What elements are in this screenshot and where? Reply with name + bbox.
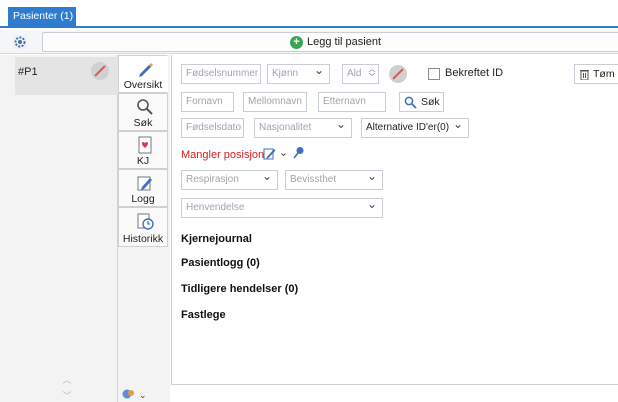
nasjonalitet-select[interactable]: Nasjonalitet (254, 118, 352, 138)
tab-kj[interactable]: KJ (118, 131, 168, 169)
alternative-ids-select[interactable]: Alternative ID'er(0) (361, 118, 469, 138)
pasientlogg-heading[interactable]: Pasientlogg (0) (181, 257, 260, 269)
more-options-icon[interactable]: ⌄ (122, 388, 152, 400)
alder-field[interactable]: Ald ︿ ﹀ (342, 64, 379, 84)
window-tab-strip: Pasienter (1) (0, 0, 618, 28)
map-pin-icon[interactable] (292, 146, 305, 159)
fodselsnummer-field[interactable]: Fødselsnummer (181, 64, 261, 84)
tab-historikk-label: Historikk (122, 233, 164, 245)
tab-kj-label: KJ (136, 155, 150, 167)
etternavn-field[interactable]: Etternavn (318, 92, 386, 112)
no-location-icon (389, 65, 407, 83)
no-location-icon (91, 62, 109, 80)
tom-label: Tøm (593, 68, 615, 80)
side-tab-bar: Oversikt Søk KJ Logg Historikk (118, 55, 170, 402)
kjonn-select[interactable]: Kjønn (267, 64, 330, 84)
tab-historikk[interactable]: Historikk (118, 207, 168, 247)
settings-people-icon[interactable] (13, 35, 27, 49)
log-edit-icon (137, 176, 152, 191)
alder-spinner-icon[interactable]: ︿ ﹀ (368, 66, 376, 82)
fodselsdato-field[interactable]: Fødselsdato (181, 118, 244, 138)
trash-icon (580, 70, 589, 80)
heart-document-icon (138, 136, 152, 154)
tab-oversikt-label: Oversikt (123, 79, 163, 91)
sok-label: Søk (421, 96, 440, 108)
patient-list: #P1 ︿ ﹀ (0, 55, 118, 402)
patient-id: #P1 (18, 66, 38, 78)
mellomnavn-field[interactable]: Mellomnavn (243, 92, 307, 112)
patient-list-item[interactable]: #P1 (15, 57, 118, 95)
bekreftet-id-checkbox[interactable] (428, 68, 440, 80)
scroll-down-icon[interactable]: ﹀ (62, 391, 72, 401)
respirasjon-select[interactable]: Respirasjon (181, 170, 278, 190)
tidligere-hendelser-heading[interactable]: Tidligere hendelser (0) (181, 283, 298, 295)
bevissthet-select[interactable]: Bevissthet (285, 170, 383, 190)
edit-position-icon[interactable] (263, 147, 276, 160)
tom-button[interactable]: Tøm (574, 64, 618, 84)
position-missing-label: Mangler posisjon (181, 149, 265, 161)
tab-sok-label: Søk (133, 117, 153, 129)
tab-pasienter[interactable]: Pasienter (1) (8, 7, 76, 26)
add-patient-label: Legg til pasient (307, 36, 381, 48)
position-dropdown-icon[interactable]: ⌄ (279, 146, 288, 159)
search-icon (404, 96, 417, 109)
add-patient-button[interactable]: + Legg til pasient (42, 32, 618, 52)
search-icon (137, 99, 153, 115)
tab-sok[interactable]: Søk (118, 93, 168, 131)
tab-logg-label: Logg (131, 193, 155, 205)
patient-details-form: Fødselsnummer Kjønn Ald ︿﹀ Bekreftet ID … (171, 55, 618, 385)
fornavn-field[interactable]: Fornavn (181, 92, 234, 112)
tab-logg[interactable]: Logg (118, 169, 168, 207)
fastlege-heading[interactable]: Fastlege (181, 309, 226, 321)
svg-text:⌄: ⌄ (139, 391, 147, 400)
pencil-icon (139, 63, 153, 77)
alder-value: Ald (347, 68, 362, 79)
henvendelse-select[interactable]: Henvendelse (181, 198, 383, 218)
tab-oversikt[interactable]: Oversikt (118, 55, 168, 93)
sok-button[interactable]: Søk (399, 92, 444, 112)
scroll-up-icon[interactable]: ︿ (62, 375, 72, 385)
kjernejournal-heading[interactable]: Kjernejournal (181, 233, 252, 245)
history-icon (137, 213, 154, 230)
bekreftet-id-label: Bekreftet ID (445, 67, 504, 79)
patient-toolbar: + Legg til pasient (0, 30, 618, 54)
add-icon: + (290, 36, 303, 49)
